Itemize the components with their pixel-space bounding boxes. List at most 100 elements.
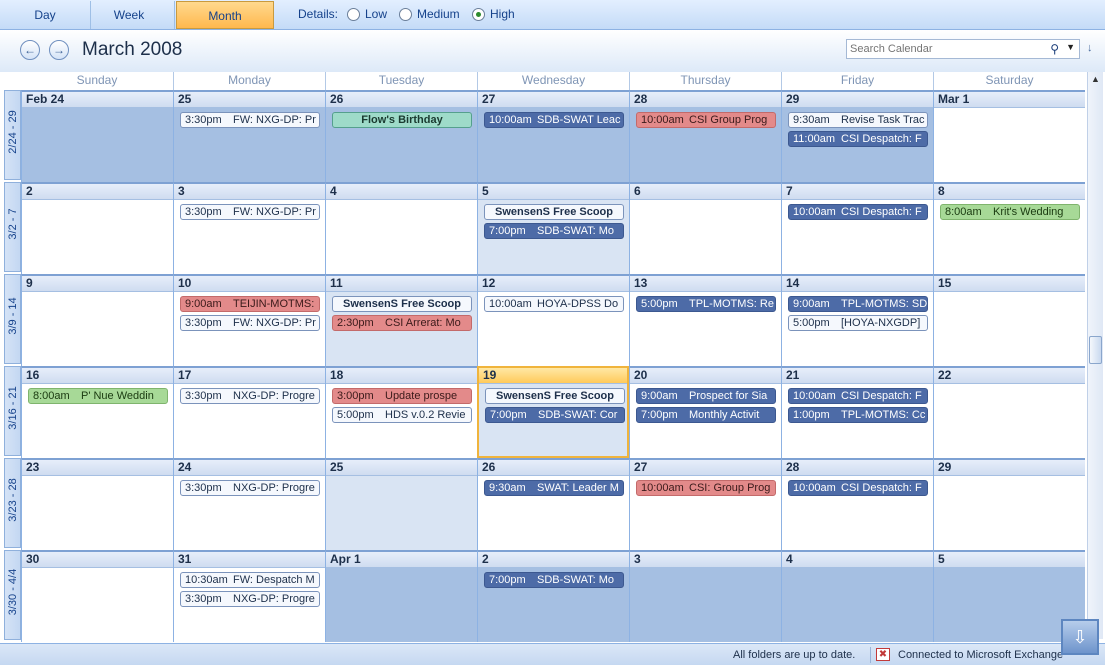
date-label[interactable]: 29 bbox=[782, 92, 933, 108]
search-box[interactable]: ⚲ ▼ bbox=[846, 39, 1080, 59]
calendar-event[interactable]: 10:00am CSI Group Prog bbox=[636, 112, 776, 128]
date-label[interactable]: 26 bbox=[478, 460, 629, 476]
collapse-icon[interactable]: ↓ bbox=[1087, 42, 1093, 54]
date-label[interactable]: 25 bbox=[174, 92, 325, 108]
arrow-right-icon[interactable]: → bbox=[49, 40, 69, 60]
details-medium-radio[interactable]: Medium bbox=[399, 7, 460, 21]
date-label[interactable]: 23 bbox=[22, 460, 173, 476]
calendar-event[interactable]: 3:30pm FW: NXG-DP: Pr bbox=[180, 204, 320, 220]
day-cell[interactable]: 26 Flow's Birthday bbox=[325, 90, 477, 182]
calendar-event[interactable]: 1:00pm TPL-MOTMS: Cc bbox=[788, 407, 928, 423]
download-icon[interactable]: ⇩ bbox=[1061, 619, 1099, 655]
search-input[interactable] bbox=[847, 40, 1043, 58]
day-cell[interactable]: 2 bbox=[21, 182, 173, 274]
calendar-event[interactable]: 3:30pm NXG-DP: Progre bbox=[180, 480, 320, 496]
date-label[interactable]: 15 bbox=[934, 276, 1085, 292]
day-cell[interactable]: 6 bbox=[629, 182, 781, 274]
day-cell[interactable]: 19 SwensenS Free Scoop 7:00pm SDB-SWAT: Cor bbox=[477, 366, 629, 458]
week-label[interactable]: 2/24 - 29 bbox=[4, 90, 21, 180]
date-label[interactable]: 5 bbox=[934, 552, 1085, 568]
date-label[interactable]: 14 bbox=[782, 276, 933, 292]
day-cell[interactable]: 15 bbox=[933, 274, 1085, 366]
date-label[interactable]: 2 bbox=[478, 552, 629, 568]
tab-month[interactable]: Month bbox=[176, 1, 274, 29]
date-label[interactable]: 24 bbox=[174, 460, 325, 476]
day-cell[interactable]: 23 bbox=[21, 458, 173, 550]
calendar-event[interactable]: 10:00am HOYA-DPSS Do bbox=[484, 296, 624, 312]
calendar-event[interactable]: 8:00am P' Nue Weddin bbox=[28, 388, 168, 404]
date-label[interactable]: 22 bbox=[934, 368, 1085, 384]
calendar-event[interactable]: 7:00pm Monthly Activit bbox=[636, 407, 776, 423]
calendar-event[interactable]: 10:00am CSI Despatch: F bbox=[788, 388, 928, 404]
calendar-event[interactable]: 7:00pm SDB-SWAT: Mo bbox=[484, 572, 624, 588]
calendar-event[interactable]: 7:00pm SDB-SWAT: Cor bbox=[485, 407, 625, 423]
day-cell[interactable]: 31 10:30am FW: Despatch M 3:30pm NXG-DP: Pro… bbox=[173, 550, 325, 642]
day-cell[interactable]: 27 10:00am CSI: Group Prog bbox=[629, 458, 781, 550]
date-label[interactable]: 25 bbox=[326, 460, 477, 476]
date-label[interactable]: 4 bbox=[326, 184, 477, 200]
calendar-event[interactable]: SwensenS Free Scoop bbox=[484, 204, 624, 220]
date-label[interactable]: Feb 24 bbox=[22, 92, 173, 108]
arrow-left-icon[interactable]: ← bbox=[20, 40, 40, 60]
date-label[interactable]: 28 bbox=[630, 92, 781, 108]
date-label[interactable]: 8 bbox=[934, 184, 1085, 200]
calendar-event[interactable]: 9:30am SWAT: Leader M bbox=[484, 480, 624, 496]
date-label[interactable]: 4 bbox=[782, 552, 933, 568]
date-label[interactable]: 27 bbox=[478, 92, 629, 108]
date-label[interactable]: 28 bbox=[782, 460, 933, 476]
day-cell[interactable]: 24 3:30pm NXG-DP: Progre bbox=[173, 458, 325, 550]
day-cell[interactable]: 3 3:30pm FW: NXG-DP: Pr bbox=[173, 182, 325, 274]
calendar-event[interactable]: 10:30am FW: Despatch M bbox=[180, 572, 320, 588]
day-cell[interactable]: 16 8:00am P' Nue Weddin bbox=[21, 366, 173, 458]
calendar-event[interactable]: Flow's Birthday bbox=[332, 112, 472, 128]
date-label[interactable]: 10 bbox=[174, 276, 325, 292]
day-cell[interactable]: 9 bbox=[21, 274, 173, 366]
tab-week[interactable]: Week bbox=[84, 1, 175, 29]
scroll-up-icon[interactable]: ▲ bbox=[1091, 74, 1100, 84]
day-cell[interactable]: 27 10:00am SDB-SWAT Leac bbox=[477, 90, 629, 182]
day-cell[interactable]: 4 bbox=[325, 182, 477, 274]
vertical-scrollbar[interactable]: ▲ bbox=[1087, 72, 1103, 639]
day-cell[interactable]: 30 bbox=[21, 550, 173, 642]
day-cell[interactable]: 18 3:00pm Update prospe 5:00pm HDS v.0.2 Rev… bbox=[325, 366, 477, 458]
day-cell[interactable]: 11 SwensenS Free Scoop 2:30pm CSI Arrerat: … bbox=[325, 274, 477, 366]
date-label[interactable]: 21 bbox=[782, 368, 933, 384]
date-label[interactable]: 11 bbox=[326, 276, 477, 292]
calendar-event[interactable]: 11:00am CSI Despatch: F bbox=[788, 131, 928, 147]
date-label[interactable]: 18 bbox=[326, 368, 477, 384]
calendar-event[interactable]: 3:30pm NXG-DP: Progre bbox=[180, 591, 320, 607]
day-cell[interactable]: 29 9:30am Revise Task Trac 11:00am CSI Despa… bbox=[781, 90, 933, 182]
calendar-event[interactable]: 10:00am SDB-SWAT Leac bbox=[484, 112, 624, 128]
week-label[interactable]: 3/30 - 4/4 bbox=[4, 550, 21, 640]
calendar-event[interactable]: SwensenS Free Scoop bbox=[485, 388, 625, 404]
day-cell[interactable]: 8 8:00am Krit's Wedding bbox=[933, 182, 1085, 274]
date-label[interactable]: 17 bbox=[174, 368, 325, 384]
calendar-event[interactable]: 10:00am CSI Despatch: F bbox=[788, 480, 928, 496]
week-label[interactable]: 3/2 - 7 bbox=[4, 182, 21, 272]
day-cell[interactable]: 17 3:30pm NXG-DP: Progre bbox=[173, 366, 325, 458]
day-cell[interactable]: Mar 1 bbox=[933, 90, 1085, 182]
calendar-event[interactable]: 10:00am CSI: Group Prog bbox=[636, 480, 776, 496]
calendar-event[interactable]: 5:00pm TPL-MOTMS: Re bbox=[636, 296, 776, 312]
calendar-event[interactable]: 2:30pm CSI Arrerat: Mo bbox=[332, 315, 472, 331]
date-label[interactable]: 3 bbox=[174, 184, 325, 200]
day-cell[interactable]: 25 bbox=[325, 458, 477, 550]
calendar-event[interactable]: 10:00am CSI Despatch: F bbox=[788, 204, 928, 220]
date-label[interactable]: 19 bbox=[479, 368, 627, 384]
date-label[interactable]: 2 bbox=[22, 184, 173, 200]
date-label[interactable]: 29 bbox=[934, 460, 1085, 476]
calendar-event[interactable]: 7:00pm SDB-SWAT: Mo bbox=[484, 223, 624, 239]
day-cell[interactable]: Feb 24 bbox=[21, 90, 173, 182]
day-cell[interactable]: 12 10:00am HOYA-DPSS Do bbox=[477, 274, 629, 366]
day-cell[interactable]: 13 5:00pm TPL-MOTMS: Re bbox=[629, 274, 781, 366]
date-label[interactable]: 30 bbox=[22, 552, 173, 568]
calendar-event[interactable]: 3:30pm FW: NXG-DP: Pr bbox=[180, 315, 320, 331]
week-label[interactable]: 3/9 - 14 bbox=[4, 274, 21, 364]
week-label[interactable]: 3/16 - 21 bbox=[4, 366, 21, 456]
day-cell[interactable]: 25 3:30pm FW: NXG-DP: Pr bbox=[173, 90, 325, 182]
day-cell[interactable]: 14 9:00am TPL-MOTMS: SD 5:00pm [HOYA-NXGDP] bbox=[781, 274, 933, 366]
calendar-event[interactable]: 3:00pm Update prospe bbox=[332, 388, 472, 404]
search-icon[interactable]: ⚲ bbox=[1050, 42, 1059, 56]
day-cell[interactable]: 10 9:00am TEIJIN-MOTMS: 3:30pm FW: NXG-DP: P… bbox=[173, 274, 325, 366]
day-cell[interactable]: 4 bbox=[781, 550, 933, 642]
